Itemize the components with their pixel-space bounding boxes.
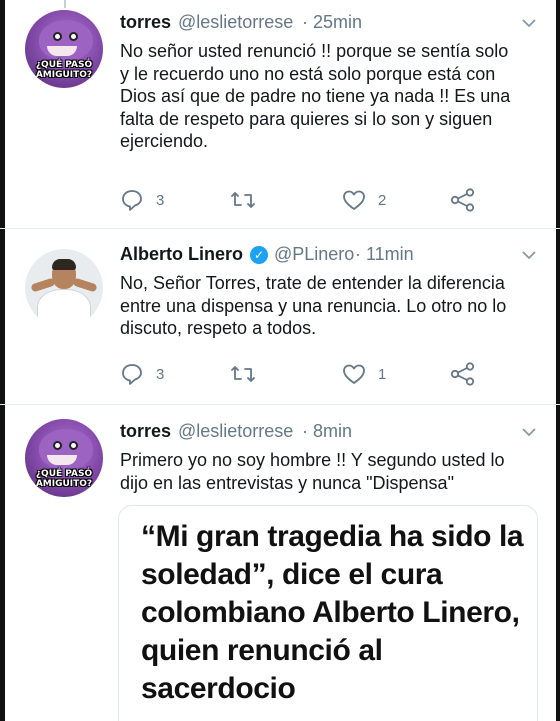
share-icon <box>450 188 475 212</box>
tweet-text-line: falta de respeto para quieres si lo son … <box>120 108 493 129</box>
author-name[interactable]: torres <box>120 12 171 33</box>
avatar-eye <box>53 32 62 41</box>
tweet-text-line: Primero yo no soy hombre !! Y segundo us… <box>120 450 505 470</box>
retweet-icon <box>231 192 255 208</box>
avatar-eye <box>69 32 78 41</box>
tweet-text: Primero yo no soy hombre !! Y segundo us… <box>120 449 545 494</box>
avatar-caption: ¿QUÉ PASÓ AMIGUITO? <box>35 469 93 489</box>
like-count: 1 <box>378 365 387 383</box>
author-handle[interactable]: @PLinero <box>274 244 354 265</box>
reply-icon <box>122 190 142 211</box>
retweet-button[interactable] <box>230 361 256 387</box>
avatar-hair <box>52 259 76 270</box>
tweet-timestamp[interactable]: · 11min <box>355 244 414 265</box>
tweet-text-line: Dios así que de padre no tiene ya nada !… <box>120 86 511 106</box>
heart-icon <box>343 190 365 210</box>
chevron-down-icon[interactable] <box>520 423 538 441</box>
like-count: 2 <box>378 191 387 209</box>
link-preview-card[interactable]: “Mi gran tragedia ha sido la soledad”, d… <box>118 505 538 721</box>
chevron-down-icon[interactable] <box>520 246 538 264</box>
tweet-text: No, Señor Torres, trate de entender la d… <box>120 272 545 340</box>
tweet-actions: 3 1 <box>120 361 490 387</box>
avatar-shirt <box>37 289 91 327</box>
avatar[interactable] <box>25 249 103 327</box>
avatar[interactable]: ¿QUÉ PASÓ AMIGUITO? <box>25 419 103 497</box>
avatar-eye <box>53 441 62 450</box>
share-button[interactable] <box>450 187 476 213</box>
tweet-text: No señor usted renunció !! porque se sen… <box>120 40 540 153</box>
reply-count: 3 <box>156 365 165 383</box>
author-handle[interactable]: @leslietorrese <box>178 12 293 33</box>
tweet-actions: 3 2 <box>120 187 490 213</box>
reply-count: 3 <box>156 191 165 209</box>
tweet-text-line: entre una dispensa y una renuncia. Lo ot… <box>120 295 507 316</box>
tweet-text-line: y le recuerdo uno no está solo porque es… <box>120 63 496 84</box>
tweet-reply-2[interactable]: Alberto Linero ✓ @PLinero · 11min No, Se… <box>0 229 560 404</box>
tweet-timestamp[interactable]: · 25min <box>302 12 362 33</box>
heart-icon <box>343 364 365 384</box>
tweet-text-line: No, Señor Torres, trate de entender la d… <box>120 273 505 293</box>
tweet-text-line: No señor usted renunció !! porque se sen… <box>120 41 509 61</box>
chevron-down-icon[interactable] <box>520 14 538 32</box>
like-button[interactable]: 1 <box>342 361 386 387</box>
tweet-text-line: ejerciendo. <box>120 131 209 151</box>
share-button[interactable] <box>450 361 476 387</box>
reply-icon <box>122 364 142 385</box>
tweet-text-line: discuto, respeto a todos. <box>120 318 317 338</box>
link-preview-title[interactable]: “Mi gran tragedia ha sido la soledad”, d… <box>141 518 531 708</box>
reply-button[interactable]: 3 <box>120 361 164 387</box>
share-icon <box>450 362 475 386</box>
avatar-caption: ¿QUÉ PASÓ AMIGUITO? <box>35 60 93 80</box>
verified-badge-icon: ✓ <box>250 246 268 264</box>
author-name[interactable]: torres <box>120 421 171 442</box>
reply-button[interactable]: 3 <box>120 187 164 213</box>
retweet-button[interactable] <box>230 187 256 213</box>
tweet-timestamp[interactable]: · 8min <box>302 421 352 442</box>
author-handle[interactable]: @leslietorrese <box>178 421 293 442</box>
tweet-reply-1[interactable]: ¿QUÉ PASÓ AMIGUITO? torres @leslietorres… <box>0 0 560 225</box>
avatar-eye <box>69 441 78 450</box>
retweet-icon <box>231 366 255 382</box>
avatar[interactable]: ¿QUÉ PASÓ AMIGUITO? <box>25 10 103 88</box>
tweet-text-line: dijo en las entrevistas y nunca "Dispens… <box>120 472 454 493</box>
like-button[interactable]: 2 <box>342 187 386 213</box>
author-name[interactable]: Alberto Linero <box>120 244 243 265</box>
